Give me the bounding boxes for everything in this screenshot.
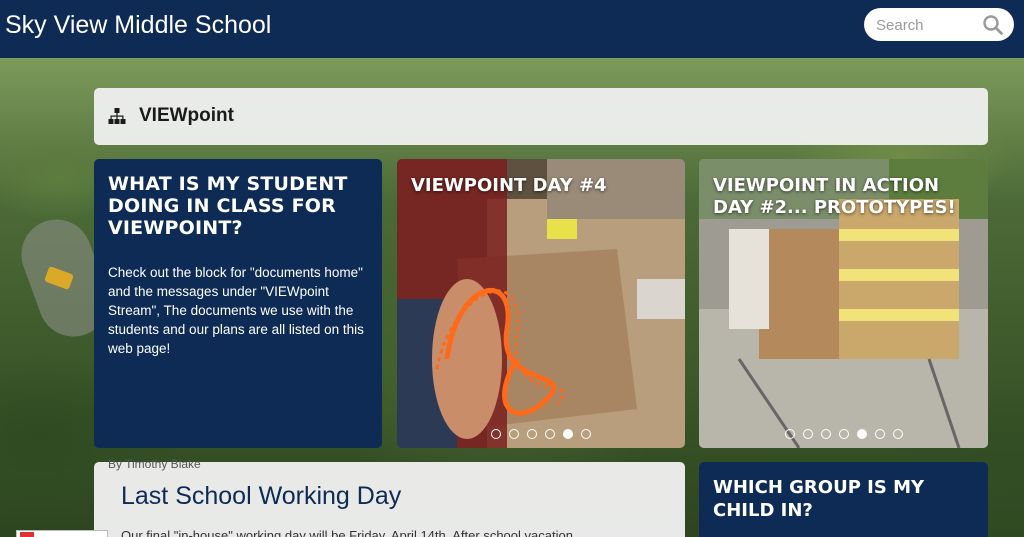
post-title[interactable]: Last School Working Day [121,482,401,511]
search-input[interactable] [876,15,981,35]
post-card: By Timothy Blake Last School Working Day… [94,457,685,537]
slide-caption[interactable]: VIEWPOINT DAY #4 [411,175,671,197]
slide-dot[interactable] [838,429,849,439]
slideshow-viewpoint-in-action[interactable]: VIEWPOINT IN ACTION DAY #2... PROTOTYPES… [699,159,988,448]
post-byline: By Timothy Blake [108,457,201,471]
slide-dot[interactable] [545,429,555,439]
slide-dot[interactable] [820,429,831,439]
info-card-heading: WHAT IS MY STUDENT DOING IN CLASS FOR VI… [108,173,348,239]
site-header: Sky View Middle School [0,0,1024,58]
slide-dot[interactable] [491,429,501,439]
corner-badge-logo [20,532,34,537]
slide-dot[interactable] [527,429,537,439]
slide-dot[interactable] [802,429,813,439]
slide-pagination [699,429,988,439]
slide-dot[interactable] [509,429,519,439]
slide-dot[interactable] [784,429,795,439]
slide-photo-roller-coaster [397,159,685,448]
page-title: VIEWpoint [139,105,234,126]
group-card-heading[interactable]: WHICH GROUP IS MY CHILD IN? [713,476,974,522]
site-title[interactable]: Sky View Middle School [5,11,271,40]
slide-caption[interactable]: VIEWPOINT IN ACTION DAY #2... PROTOTYPES… [713,175,974,219]
search-icon[interactable] [982,14,1004,36]
slideshow-viewpoint-day-4[interactable]: VIEWPOINT DAY #4 [397,159,685,448]
slide-dot[interactable] [892,429,903,439]
slide-dot[interactable] [874,429,885,439]
group-card: WHICH GROUP IS MY CHILD IN? [699,462,988,537]
info-card-body: Check out the block for "documents home"… [108,265,364,356]
slide-dot[interactable] [581,429,591,439]
page-title-bar: VIEWpoint [94,88,988,145]
slide-dot[interactable] [856,429,867,439]
slide-pagination [397,429,685,439]
post-excerpt: Our final "in-house" working day will be… [121,528,584,537]
search-box[interactable] [864,8,1014,41]
corner-badge [16,530,108,537]
info-card: WHAT IS MY STUDENT DOING IN CLASS FOR VI… [94,159,382,448]
sitemap-icon [108,108,126,124]
slide-dot[interactable] [563,429,573,439]
